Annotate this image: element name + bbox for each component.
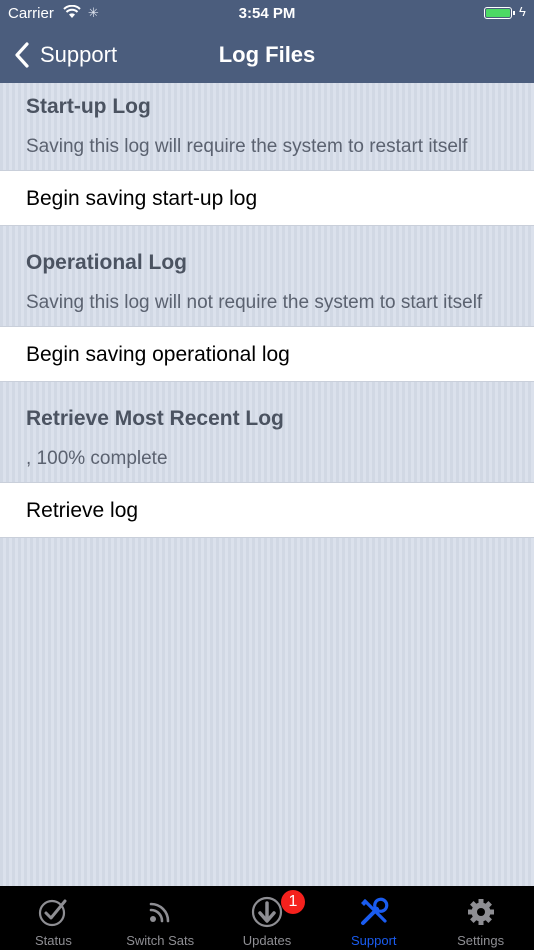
charging-bolt-icon: ϟ — [519, 4, 526, 19]
section-description-startup-log: Saving this log will require the system … — [26, 136, 468, 157]
tools-icon — [360, 897, 389, 925]
battery-icon — [484, 7, 512, 19]
retrieve-progress-text: , 100% complete — [26, 448, 168, 469]
download-icon — [251, 896, 283, 928]
begin-operational-log-label: Begin saving operational log — [26, 343, 290, 366]
tab-support-label: Support — [351, 933, 397, 948]
status-bar: Carrier ✳ 3:54 PM ϟ — [0, 0, 534, 28]
gear-icon — [467, 899, 494, 925]
tab-switch-sats-label: Switch Sats — [126, 933, 195, 948]
satellite-signal-icon — [149, 902, 170, 923]
tab-support[interactable]: Support — [320, 886, 427, 950]
tab-settings-label: Settings — [457, 933, 505, 948]
checkmark-circle-icon — [39, 899, 67, 927]
section-title-retrieve-log: Retrieve Most Recent Log — [26, 407, 284, 430]
updates-badge: 1 — [280, 890, 305, 914]
tab-status[interactable]: Status — [0, 886, 107, 950]
section-title-operational-log: Operational Log — [26, 251, 188, 274]
tab-switch-sats[interactable]: Switch Sats — [107, 886, 214, 950]
begin-startup-log-button[interactable]: Begin saving start-up log — [0, 170, 534, 226]
tab-settings[interactable]: Settings — [427, 886, 534, 950]
retrieve-log-label: Retrieve log — [26, 499, 139, 522]
section-title-startup-log: Start-up Log — [26, 95, 151, 118]
tab-status-label: Status — [34, 933, 72, 948]
retrieve-log-button[interactable]: Retrieve log — [0, 482, 534, 538]
tab-updates[interactable]: 1 Updates — [214, 886, 321, 950]
page-title: Log Files — [218, 42, 316, 67]
battery-tip — [513, 11, 515, 15]
tab-bar: Status Switch Sats 1 Updates Support Set… — [0, 886, 534, 950]
status-time: 3:54 PM — [238, 5, 296, 22]
begin-startup-log-label: Begin saving start-up log — [26, 187, 258, 210]
begin-operational-log-button[interactable]: Begin saving operational log — [0, 326, 534, 382]
navigation-bar: Support Log Files — [0, 28, 534, 83]
section-description-operational-log: Saving this log will not require the sys… — [26, 292, 483, 313]
tab-updates-label: Updates — [242, 933, 292, 948]
